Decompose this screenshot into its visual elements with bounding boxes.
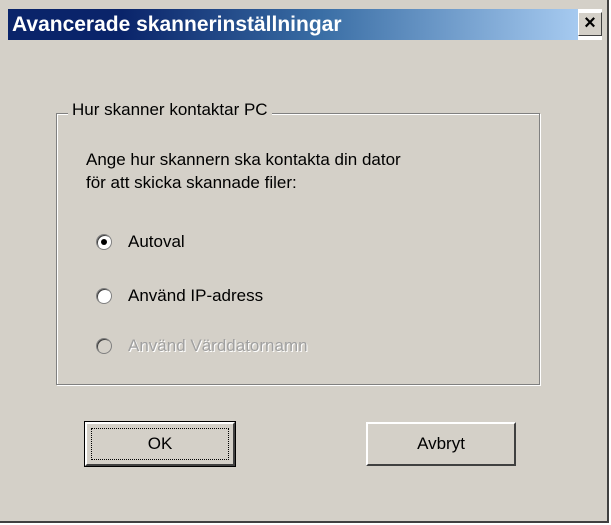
radio-disabled-icon <box>96 338 112 354</box>
dialog-title: Avancerade skannerinställningar <box>12 13 342 36</box>
radio-autoval[interactable]: Autoval <box>96 230 185 254</box>
groupbox-legend: Hur skanner kontaktar PC <box>68 99 272 121</box>
radio-unchecked-icon[interactable] <box>96 288 112 304</box>
description-line-2: för att skicka skannade filer: <box>86 173 297 192</box>
ok-button-label: OK <box>147 434 173 453</box>
radio-ip-address[interactable]: Använd IP-adress <box>96 284 263 308</box>
radio-host-name: Använd Värddatornamn <box>96 334 308 358</box>
cancel-button-label: Avbryt <box>417 434 465 453</box>
description-line-1: Ange hur skannern ska kontakta din dator <box>86 150 401 169</box>
dialog-window: Avancerade skannerinställningar × Hur sk… <box>0 0 609 523</box>
close-button[interactable]: × <box>578 12 602 36</box>
title-bar-fill: Avancerade skannerinställningar <box>8 9 578 40</box>
cancel-button[interactable]: Avbryt <box>366 422 516 466</box>
radio-checked-icon[interactable] <box>96 234 112 250</box>
radio-ip-address-label: Använd IP-adress <box>128 286 264 305</box>
radio-autoval-label: Autoval <box>128 232 185 251</box>
close-icon: × <box>584 12 596 34</box>
description-text: Ange hur skannern ska kontakta din dator… <box>86 148 401 194</box>
ok-button[interactable]: OK <box>84 421 236 467</box>
title-bar[interactable]: Avancerade skannerinställningar × <box>8 9 602 40</box>
radio-host-name-label: Använd Värddatornamn <box>128 336 308 355</box>
